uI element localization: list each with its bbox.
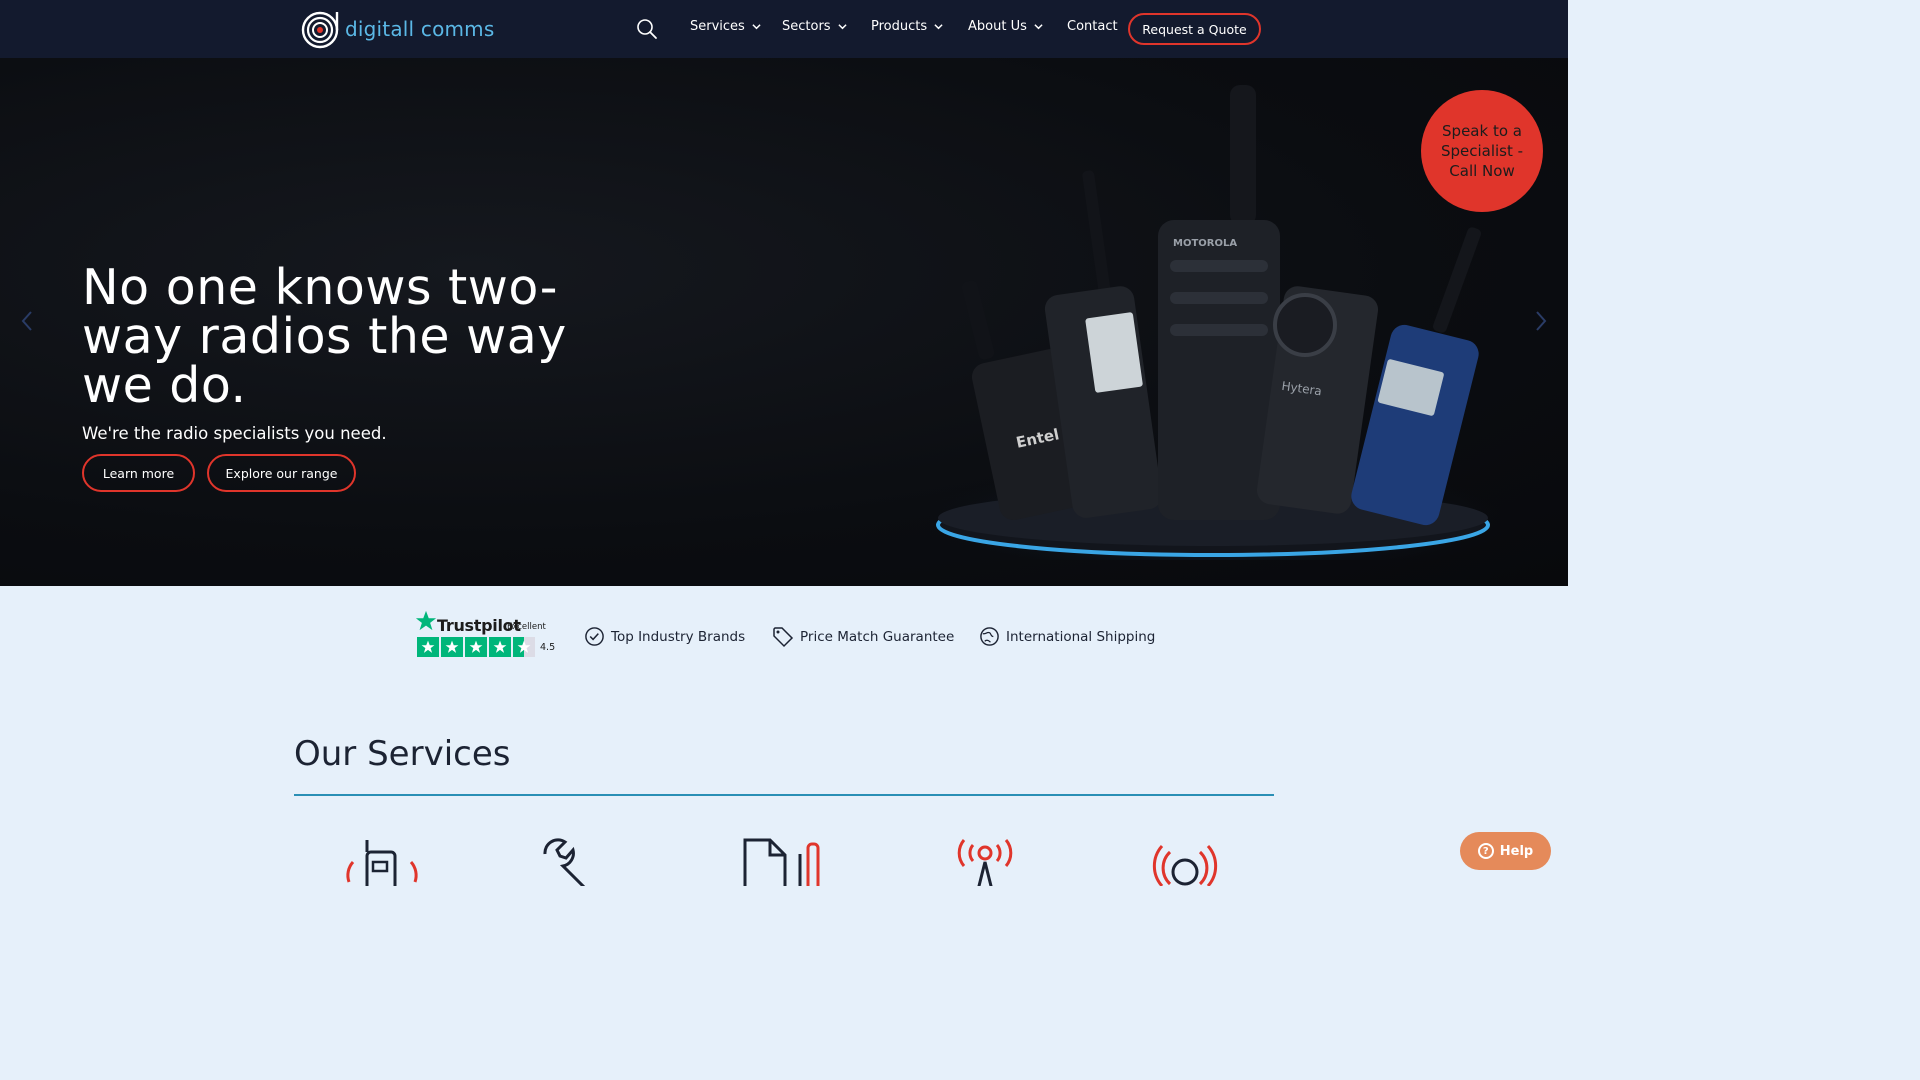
radio-tower-icon[interactable] [940,836,1030,886]
help-label: Help [1499,843,1534,859]
document-pen-icon[interactable] [740,836,830,886]
nav-item-contact[interactable]: Contact [1067,19,1118,34]
nav-item-about-us[interactable]: About Us [968,19,1043,34]
trustpilot-rating-word: Excellent [507,622,546,632]
trustpilot-logo-icon [415,610,437,631]
search-icon[interactable] [636,18,658,40]
radios-product-image: Entel MOTOROLA Hytera [930,85,1500,560]
brand-logo[interactable]: digitall comms [300,8,495,50]
star-icon [441,637,463,657]
trustpilot-stars[interactable] [417,637,535,657]
signal-broadcast-icon[interactable] [1140,836,1230,886]
chevron-down-icon [837,24,847,30]
chevron-down-icon [934,24,943,30]
tag-icon [773,627,794,648]
half-star-icon [513,637,535,657]
nav-item-label: About Us [968,19,1027,34]
learn-more-button[interactable]: Learn more [82,454,195,492]
trustpilot-score: 4.5 [540,642,556,653]
question-icon: ? [1477,843,1494,859]
wrench-icon[interactable] [535,836,625,886]
trust-bar: Trustpilot Excellent 4.5 Top Industry Br… [415,610,1175,660]
chevron-down-icon [1034,24,1043,30]
top-navbar: digitall comms Services Sectors Products… [0,0,1568,58]
services-divider [294,794,1274,796]
nav-item-services[interactable]: Services [690,19,761,34]
nav-item-label: Products [871,19,928,34]
globe-icon [980,627,999,646]
carousel-next-arrow-icon[interactable] [1534,310,1548,332]
nav-item-label: Sectors [782,19,831,34]
carousel-prev-arrow-icon[interactable] [20,310,34,332]
brand-name: digitall comms [345,17,495,41]
logo-mark-icon [301,11,339,49]
hero-subheading: We're the radio specialists you need. [82,424,387,443]
feature-top-brands: Top Industry Brands [584,626,745,647]
hero-heading: No one knows two-way radios the way we d… [82,259,567,414]
nav-item-label: Services [690,19,745,34]
request-quote-button[interactable]: Request a Quote [1128,13,1261,45]
help-button[interactable]: ? Help [1460,832,1551,870]
feature-label: International Shipping [1006,628,1156,645]
nav-item-products[interactable]: Products [871,19,943,34]
nav-item-sectors[interactable]: Sectors [782,19,847,34]
star-icon [417,637,439,657]
feature-label: Price Match Guarantee [800,629,955,645]
call-specialist-button[interactable]: Speak to a Specialist - Call Now [1421,90,1543,212]
feature-label: Top Industry Brands [611,628,746,645]
check-badge-icon [585,627,604,646]
feature-price-match: Price Match Guarantee [772,626,954,648]
radio-brand-label: MOTOROLA [1173,238,1237,249]
explore-range-button[interactable]: Explore our range [207,454,356,492]
nav-item-label: Contact [1067,19,1118,34]
chevron-down-icon [752,24,761,30]
hero-banner: No one knows two-way radios the way we d… [0,58,1568,586]
services-heading: Our Services [294,734,511,774]
feature-international-shipping: International Shipping [979,626,1155,647]
radio-hire-service-icon[interactable] [337,836,427,886]
star-icon [489,637,511,657]
star-icon [465,637,487,657]
